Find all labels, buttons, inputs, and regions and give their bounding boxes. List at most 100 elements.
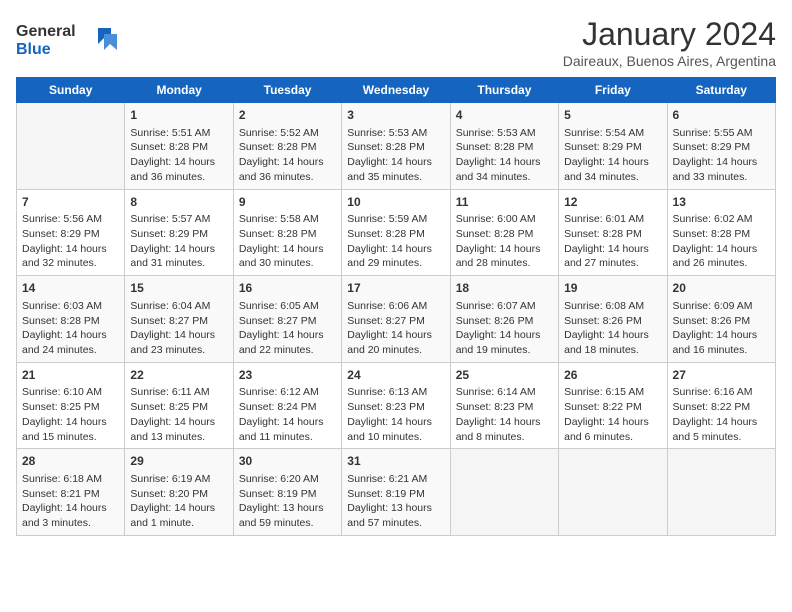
logo: General Blue xyxy=(16,16,126,65)
day-number: 11 xyxy=(456,194,553,211)
day-number: 5 xyxy=(564,107,661,124)
day-info: Sunrise: 6:21 AM Sunset: 8:19 PM Dayligh… xyxy=(347,472,444,531)
svg-text:General: General xyxy=(16,23,76,40)
day-info: Sunrise: 6:09 AM Sunset: 8:26 PM Dayligh… xyxy=(673,299,770,358)
page-header: General Blue January 2024 Daireaux, Buen… xyxy=(16,16,776,69)
day-number: 15 xyxy=(130,280,227,297)
calendar-cell: 23Sunrise: 6:12 AM Sunset: 8:24 PM Dayli… xyxy=(233,362,341,449)
day-number: 13 xyxy=(673,194,770,211)
day-info: Sunrise: 6:04 AM Sunset: 8:27 PM Dayligh… xyxy=(130,299,227,358)
day-number: 18 xyxy=(456,280,553,297)
day-number: 16 xyxy=(239,280,336,297)
calendar-cell: 13Sunrise: 6:02 AM Sunset: 8:28 PM Dayli… xyxy=(667,189,775,276)
calendar-cell: 8Sunrise: 5:57 AM Sunset: 8:29 PM Daylig… xyxy=(125,189,233,276)
day-number: 1 xyxy=(130,107,227,124)
day-number: 2 xyxy=(239,107,336,124)
calendar-cell: 2 Sunrise: 5:52 AM Sunset: 8:28 PM Daylig… xyxy=(233,103,341,190)
day-number: 31 xyxy=(347,453,444,470)
day-info: Sunrise: 6:11 AM Sunset: 8:25 PM Dayligh… xyxy=(130,385,227,444)
weekday-header-monday: Monday xyxy=(125,78,233,103)
day-number: 29 xyxy=(130,453,227,470)
day-info: Sunrise: 5:51 AM Sunset: 8:28 PM Dayligh… xyxy=(130,126,227,185)
day-info: Sunrise: 6:10 AM Sunset: 8:25 PM Dayligh… xyxy=(22,385,119,444)
calendar-cell xyxy=(450,449,558,536)
day-info: Sunrise: 5:54 AM Sunset: 8:29 PM Dayligh… xyxy=(564,126,661,185)
calendar-cell: 10Sunrise: 5:59 AM Sunset: 8:28 PM Dayli… xyxy=(342,189,450,276)
day-number: 22 xyxy=(130,367,227,384)
weekday-header-thursday: Thursday xyxy=(450,78,558,103)
day-info: Sunrise: 6:14 AM Sunset: 8:23 PM Dayligh… xyxy=(456,385,553,444)
calendar-cell: 6Sunrise: 5:55 AM Sunset: 8:29 PM Daylig… xyxy=(667,103,775,190)
calendar-week-row: 1 Sunrise: 5:51 AM Sunset: 8:28 PM Daylig… xyxy=(17,103,776,190)
day-number: 17 xyxy=(347,280,444,297)
day-info: Sunrise: 6:02 AM Sunset: 8:28 PM Dayligh… xyxy=(673,212,770,271)
day-info: Sunrise: 5:55 AM Sunset: 8:29 PM Dayligh… xyxy=(673,126,770,185)
day-number: 8 xyxy=(130,194,227,211)
day-info: Sunrise: 5:57 AM Sunset: 8:29 PM Dayligh… xyxy=(130,212,227,271)
day-number: 3 xyxy=(347,107,444,124)
day-number: 27 xyxy=(673,367,770,384)
location-subtitle: Daireaux, Buenos Aires, Argentina xyxy=(563,53,776,69)
calendar-cell: 25Sunrise: 6:14 AM Sunset: 8:23 PM Dayli… xyxy=(450,362,558,449)
day-info: Sunrise: 5:53 AM Sunset: 8:28 PM Dayligh… xyxy=(456,126,553,185)
day-info: Sunrise: 6:05 AM Sunset: 8:27 PM Dayligh… xyxy=(239,299,336,358)
day-number: 9 xyxy=(239,194,336,211)
calendar-week-row: 7Sunrise: 5:56 AM Sunset: 8:29 PM Daylig… xyxy=(17,189,776,276)
day-number: 26 xyxy=(564,367,661,384)
weekday-header-wednesday: Wednesday xyxy=(342,78,450,103)
calendar-cell: 24Sunrise: 6:13 AM Sunset: 8:23 PM Dayli… xyxy=(342,362,450,449)
calendar-cell: 22Sunrise: 6:11 AM Sunset: 8:25 PM Dayli… xyxy=(125,362,233,449)
day-number: 12 xyxy=(564,194,661,211)
calendar-cell: 5 Sunrise: 5:54 AM Sunset: 8:29 PM Daylig… xyxy=(559,103,667,190)
calendar-cell: 28Sunrise: 6:18 AM Sunset: 8:21 PM Dayli… xyxy=(17,449,125,536)
weekday-header-sunday: Sunday xyxy=(17,78,125,103)
day-info: Sunrise: 5:56 AM Sunset: 8:29 PM Dayligh… xyxy=(22,212,119,271)
day-info: Sunrise: 6:01 AM Sunset: 8:28 PM Dayligh… xyxy=(564,212,661,271)
calendar-cell: 4 Sunrise: 5:53 AM Sunset: 8:28 PM Daylig… xyxy=(450,103,558,190)
calendar-cell: 26Sunrise: 6:15 AM Sunset: 8:22 PM Dayli… xyxy=(559,362,667,449)
calendar-cell: 19 Sunrise: 6:08 AM Sunset: 8:26 PM Dayli… xyxy=(559,276,667,363)
day-info: Sunrise: 6:03 AM Sunset: 8:28 PM Dayligh… xyxy=(22,299,119,358)
calendar-cell: 20 Sunrise: 6:09 AM Sunset: 8:26 PM Dayli… xyxy=(667,276,775,363)
day-info: Sunrise: 6:19 AM Sunset: 8:20 PM Dayligh… xyxy=(130,472,227,531)
day-info: Sunrise: 6:16 AM Sunset: 8:22 PM Dayligh… xyxy=(673,385,770,444)
title-block: January 2024 Daireaux, Buenos Aires, Arg… xyxy=(563,16,776,69)
day-info: Sunrise: 6:06 AM Sunset: 8:27 PM Dayligh… xyxy=(347,299,444,358)
day-number: 7 xyxy=(22,194,119,211)
calendar-week-row: 28Sunrise: 6:18 AM Sunset: 8:21 PM Dayli… xyxy=(17,449,776,536)
day-info: Sunrise: 6:13 AM Sunset: 8:23 PM Dayligh… xyxy=(347,385,444,444)
calendar-cell: 1 Sunrise: 5:51 AM Sunset: 8:28 PM Daylig… xyxy=(125,103,233,190)
calendar-cell: 15 Sunrise: 6:04 AM Sunset: 8:27 PM Dayli… xyxy=(125,276,233,363)
day-number: 25 xyxy=(456,367,553,384)
calendar-cell: 12Sunrise: 6:01 AM Sunset: 8:28 PM Dayli… xyxy=(559,189,667,276)
weekday-header-row: SundayMondayTuesdayWednesdayThursdayFrid… xyxy=(17,78,776,103)
day-info: Sunrise: 5:53 AM Sunset: 8:28 PM Dayligh… xyxy=(347,126,444,185)
calendar-cell: 3 Sunrise: 5:53 AM Sunset: 8:28 PM Daylig… xyxy=(342,103,450,190)
day-number: 30 xyxy=(239,453,336,470)
day-number: 19 xyxy=(564,280,661,297)
calendar-cell: 27Sunrise: 6:16 AM Sunset: 8:22 PM Dayli… xyxy=(667,362,775,449)
weekday-header-friday: Friday xyxy=(559,78,667,103)
day-number: 24 xyxy=(347,367,444,384)
day-number: 14 xyxy=(22,280,119,297)
weekday-header-saturday: Saturday xyxy=(667,78,775,103)
calendar-cell: 14 Sunrise: 6:03 AM Sunset: 8:28 PM Dayli… xyxy=(17,276,125,363)
day-info: Sunrise: 6:00 AM Sunset: 8:28 PM Dayligh… xyxy=(456,212,553,271)
day-info: Sunrise: 5:52 AM Sunset: 8:28 PM Dayligh… xyxy=(239,126,336,185)
day-number: 28 xyxy=(22,453,119,470)
calendar-cell: 17 Sunrise: 6:06 AM Sunset: 8:27 PM Dayli… xyxy=(342,276,450,363)
day-number: 20 xyxy=(673,280,770,297)
calendar-cell: 29 Sunrise: 6:19 AM Sunset: 8:20 PM Dayli… xyxy=(125,449,233,536)
day-info: Sunrise: 6:20 AM Sunset: 8:19 PM Dayligh… xyxy=(239,472,336,531)
day-info: Sunrise: 6:08 AM Sunset: 8:26 PM Dayligh… xyxy=(564,299,661,358)
day-info: Sunrise: 5:59 AM Sunset: 8:28 PM Dayligh… xyxy=(347,212,444,271)
month-title: January 2024 xyxy=(563,16,776,53)
calendar-table: SundayMondayTuesdayWednesdayThursdayFrid… xyxy=(16,77,776,536)
day-number: 21 xyxy=(22,367,119,384)
calendar-week-row: 14 Sunrise: 6:03 AM Sunset: 8:28 PM Dayli… xyxy=(17,276,776,363)
calendar-cell xyxy=(17,103,125,190)
calendar-cell: 16 Sunrise: 6:05 AM Sunset: 8:27 PM Dayli… xyxy=(233,276,341,363)
day-number: 10 xyxy=(347,194,444,211)
calendar-cell: 11Sunrise: 6:00 AM Sunset: 8:28 PM Dayli… xyxy=(450,189,558,276)
day-number: 4 xyxy=(456,107,553,124)
